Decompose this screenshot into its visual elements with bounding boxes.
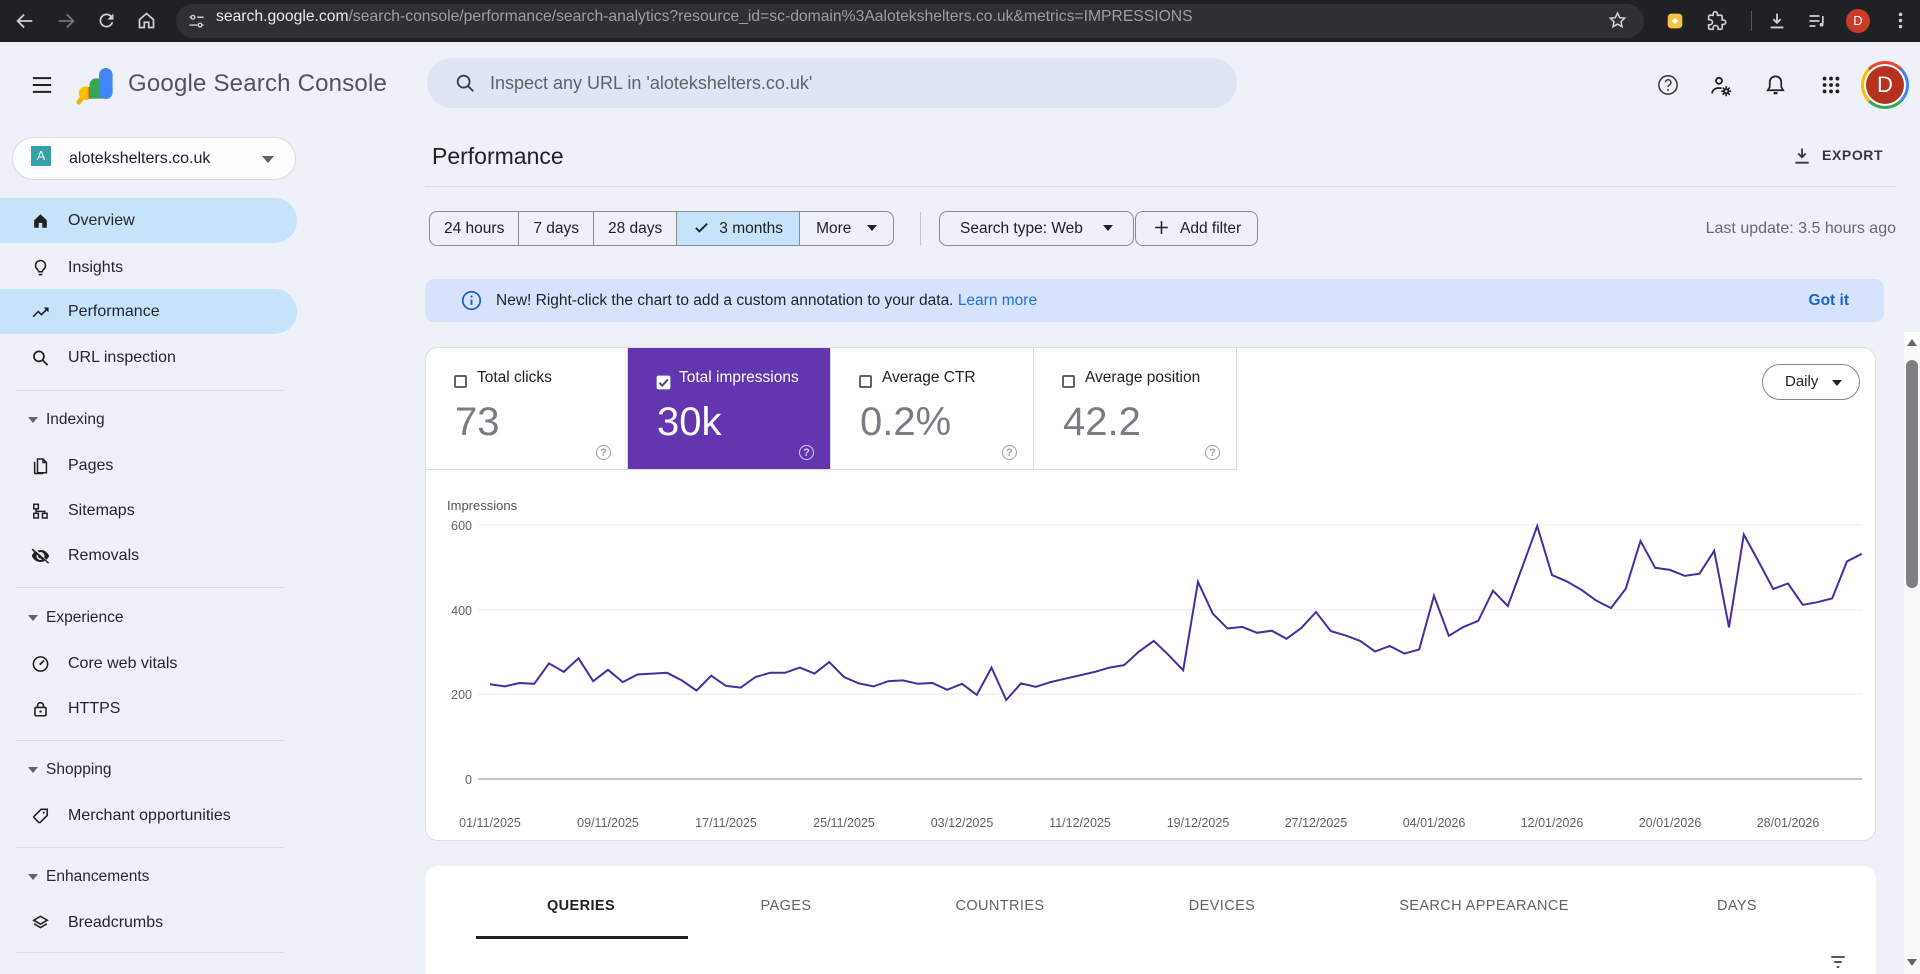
svg-text:09/11/2025: 09/11/2025 (577, 816, 639, 830)
svg-text:04/01/2026: 04/01/2026 (1403, 816, 1466, 830)
svg-text:0: 0 (465, 773, 472, 787)
svg-text:400: 400 (451, 604, 472, 618)
svg-text:25/11/2025: 25/11/2025 (813, 816, 875, 830)
svg-text:19/12/2025: 19/12/2025 (1167, 816, 1230, 830)
svg-text:200: 200 (451, 688, 472, 702)
svg-text:20/01/2026: 20/01/2026 (1639, 816, 1702, 830)
svg-text:01/11/2025: 01/11/2025 (459, 816, 521, 830)
svg-text:11/12/2025: 11/12/2025 (1049, 816, 1111, 830)
svg-text:28/01/2026: 28/01/2026 (1757, 816, 1820, 830)
svg-text:12/01/2026: 12/01/2026 (1521, 816, 1584, 830)
svg-text:600: 600 (451, 519, 472, 533)
svg-text:17/11/2025: 17/11/2025 (695, 816, 757, 830)
svg-text:Impressions: Impressions (447, 498, 518, 513)
svg-text:27/12/2025: 27/12/2025 (1285, 816, 1348, 830)
svg-text:03/12/2025: 03/12/2025 (931, 816, 994, 830)
